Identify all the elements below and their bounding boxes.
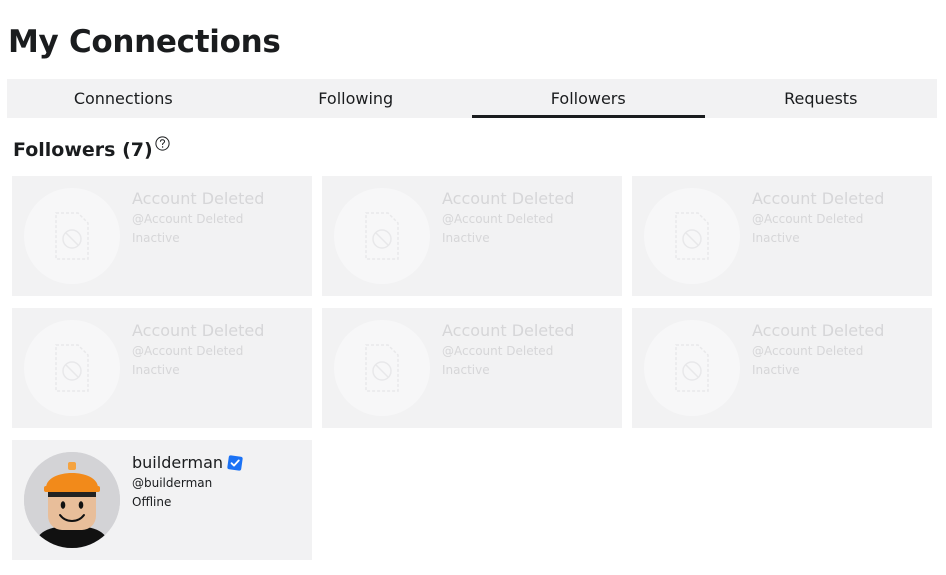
section-title: Followers (7) [13,139,153,161]
avatar [24,320,120,416]
verified-badge-icon [227,455,243,471]
follower-handle: @Account Deleted [132,344,244,358]
card-info: Account Deleted @Account Deleted Inactiv… [752,320,884,380]
tab-following[interactable]: Following [240,79,473,118]
tab-followers[interactable]: Followers [472,79,705,118]
avatar [334,320,430,416]
avatar[interactable] [24,452,120,548]
follower-card[interactable]: Account Deleted @Account Deleted Inactiv… [12,176,312,296]
follower-status: Inactive [752,363,800,377]
follower-card[interactable]: Account Deleted @Account Deleted Inactiv… [322,176,622,296]
follower-name: Account Deleted [442,189,575,208]
follower-handle: @Account Deleted [752,212,864,226]
card-info: builderman @builderman Offline [132,452,243,512]
avatar [334,188,430,284]
card-info: Account Deleted @Account Deleted Inactiv… [752,188,884,248]
section-header: Followers (7) [13,136,170,161]
tab-label: Connections [73,89,173,108]
avatar [24,188,120,284]
follower-name: Account Deleted [442,321,575,340]
broken-image-icon [55,212,89,260]
follower-name: Account Deleted [752,189,885,208]
tab-label: Requests [784,89,858,108]
follower-name: Account Deleted [752,321,885,340]
broken-image-icon [55,344,89,392]
follower-status: Inactive [132,231,180,245]
follower-card[interactable]: Account Deleted @Account Deleted Inactiv… [632,176,932,296]
follower-status: Inactive [442,231,490,245]
follower-status: Offline [132,495,172,509]
follower-name: Account Deleted [132,321,265,340]
connections-tabs: Connections Following Followers Requests [7,79,937,118]
page-title: My Connections [8,24,281,60]
tab-label: Followers [550,89,626,108]
card-info: Account Deleted @Account Deleted Inactiv… [132,320,264,380]
follower-name[interactable]: builderman [132,452,223,474]
follower-status: Inactive [132,363,180,377]
card-info: Account Deleted @Account Deleted Inactiv… [132,188,264,248]
tab-connections[interactable]: Connections [7,79,240,118]
follower-card[interactable]: Account Deleted @Account Deleted Inactiv… [632,308,932,428]
avatar [644,320,740,416]
follower-name: Account Deleted [132,189,265,208]
follower-handle: @Account Deleted [442,344,554,358]
follower-status: Inactive [442,363,490,377]
card-info: Account Deleted @Account Deleted Inactiv… [442,320,574,380]
follower-status: Inactive [752,231,800,245]
builderman-avatar [24,452,120,548]
follower-handle: @Account Deleted [752,344,864,358]
avatar [644,188,740,284]
broken-image-icon [675,212,709,260]
follower-card[interactable]: Account Deleted @Account Deleted Inactiv… [12,308,312,428]
follower-handle: @builderman [132,476,213,490]
tab-requests[interactable]: Requests [705,79,938,118]
follower-card-builderman[interactable]: builderman @builderman Offline [12,440,312,560]
tab-label: Following [318,89,394,108]
card-info: Account Deleted @Account Deleted Inactiv… [442,188,574,248]
broken-image-icon [675,344,709,392]
follower-handle: @Account Deleted [132,212,244,226]
follower-name-row: builderman [132,452,243,474]
follower-card[interactable]: Account Deleted @Account Deleted Inactiv… [322,308,622,428]
question-circle-icon[interactable] [155,136,170,151]
broken-image-icon [365,344,399,392]
follower-handle: @Account Deleted [442,212,554,226]
broken-image-icon [365,212,399,260]
